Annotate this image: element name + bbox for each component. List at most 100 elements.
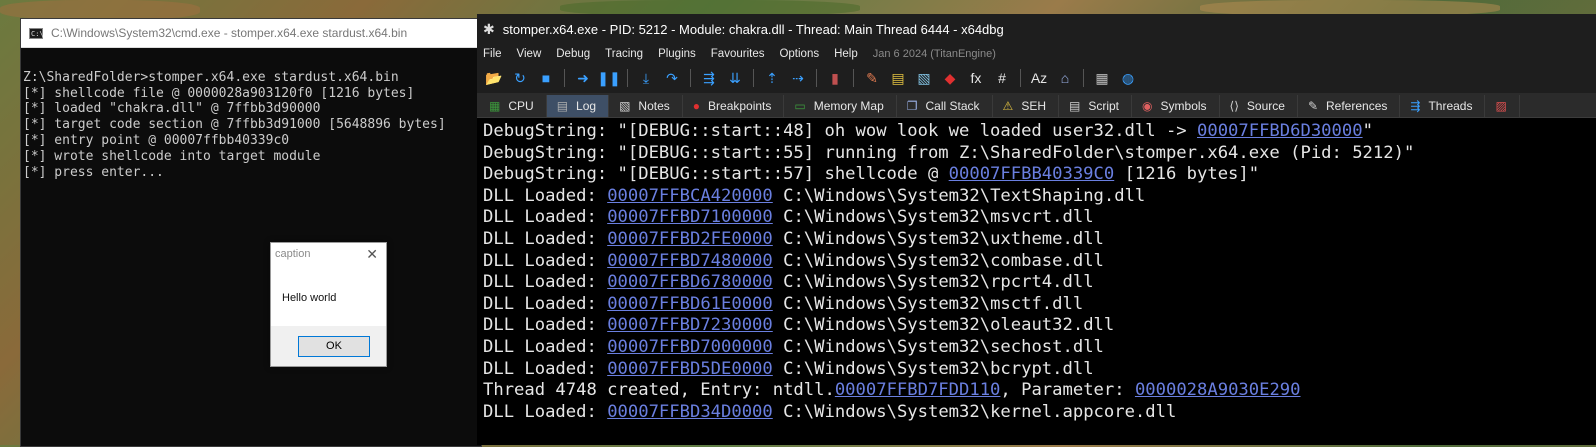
scylla-icon[interactable]: ▮	[824, 67, 846, 89]
tab-symbols[interactable]: ◉ Symbols	[1132, 95, 1220, 117]
log-line: DLL Loaded: 00007FFBCA420000 C:\Windows\…	[483, 186, 1596, 208]
log-text: C:\Windows\System32\oleaut32.dll	[772, 315, 1115, 336]
tab-notes[interactable]: ▧ Notes	[609, 95, 683, 117]
labels-icon[interactable]: ▧	[913, 67, 935, 89]
address-link[interactable]: 00007FFBD7480000	[607, 251, 773, 271]
log-text: C:\Windows\System32\combase.dll	[772, 250, 1104, 271]
tab-seh[interactable]: ⚠ SEH	[992, 95, 1059, 117]
functions-icon[interactable]: fx	[965, 67, 987, 89]
address-link[interactable]: 0000028A9030E290	[1135, 380, 1301, 400]
tab-source[interactable]: ⟨⟩ Source	[1219, 95, 1298, 117]
address-link[interactable]: 00007FFBD61E0000	[607, 294, 773, 314]
menu-tracing[interactable]: Tracing	[605, 48, 643, 60]
trace-over-icon[interactable]: ⇊	[724, 67, 746, 89]
variables-icon[interactable]: #	[991, 67, 1013, 89]
ok-button[interactable]: OK	[298, 336, 370, 357]
log-text: C:\Windows\System32\bcrypt.dll	[772, 358, 1094, 379]
menu-favourites[interactable]: Favourites	[711, 48, 765, 60]
address-link[interactable]: 00007FFBD7FDD110	[835, 380, 1001, 400]
log-text: C:\Windows\System32\sechost.dll	[772, 336, 1104, 357]
tab-log[interactable]: ▤ Log	[546, 95, 610, 117]
menu-file[interactable]: File	[483, 48, 502, 60]
pause-icon[interactable]: ❚❚	[597, 67, 620, 89]
trace-into-icon[interactable]: ⇶	[698, 67, 720, 89]
step-into-icon[interactable]: ⤓	[635, 67, 657, 89]
menu-plugins[interactable]: Plugins	[658, 48, 696, 60]
more-icon: ▨	[1495, 99, 1507, 113]
tab-label: Threads	[1428, 99, 1473, 113]
close-icon[interactable]: ✕	[366, 246, 378, 263]
toolbar-separator	[564, 69, 565, 87]
menu-help[interactable]: Help	[834, 48, 858, 60]
log-text: DebugString: "[DEBUG::start::55] running…	[483, 142, 1415, 163]
address-link[interactable]: 00007FFBB40339C0	[949, 164, 1115, 184]
tab-breakpoints[interactable]: ● Breakpoints	[682, 95, 785, 117]
address-link[interactable]: 00007FFBD5DE0000	[607, 359, 773, 379]
address-link[interactable]: 00007FFBD7000000	[607, 337, 773, 357]
console-line: [*] press enter...	[23, 164, 164, 180]
log-text: DLL Loaded:	[483, 293, 608, 314]
toolbar-separator	[816, 69, 817, 87]
log-text: DLL Loaded:	[483, 272, 608, 293]
open-icon[interactable]: 📂	[483, 67, 505, 89]
tab-label: Log	[576, 99, 597, 113]
tab-threads[interactable]: ⇶ Threads	[1400, 95, 1486, 117]
log-line: DLL Loaded: 00007FFBD6780000 C:\Windows\…	[483, 272, 1596, 294]
run-to-user-code-icon[interactable]: ⇢	[787, 67, 809, 89]
tab-memory-map[interactable]: ▭ Memory Map	[784, 95, 897, 117]
log-line: Thread 4748 created, Entry: ntdll.00007F…	[483, 380, 1596, 402]
tab-cpu[interactable]: ▦ CPU	[479, 95, 547, 117]
web-icon[interactable]: ◍	[1117, 67, 1139, 89]
script-icon: ▤	[1069, 99, 1081, 113]
address-link[interactable]: 00007FFBD34D0000	[607, 402, 773, 421]
memory-map-icon: ▭	[794, 99, 806, 113]
menu-view[interactable]: View	[517, 48, 542, 60]
address-link[interactable]: 00007FFBD7100000	[607, 207, 773, 227]
log-line: DLL Loaded: 00007FFBD2FE0000 C:\Windows\…	[483, 229, 1596, 251]
tab-script[interactable]: ▤ Script	[1059, 95, 1133, 117]
log-text: C:\Windows\System32\msvcrt.dll	[772, 207, 1094, 228]
cmd-titlebar[interactable]: C:\ C:\Windows\System32\cmd.exe - stompe…	[21, 19, 481, 48]
tab-more[interactable]: ▨	[1485, 95, 1520, 117]
execute-till-return-icon[interactable]: ⇡	[761, 67, 783, 89]
tab-references[interactable]: ✎ References	[1297, 95, 1401, 117]
toolbar-separator	[753, 69, 754, 87]
tab-label: Call Stack	[925, 99, 980, 113]
strings-icon[interactable]: Aᴢ	[1028, 67, 1050, 89]
x64dbg-title: stomper.x64.exe - PID: 5212 - Module: ch…	[502, 22, 1004, 37]
address-link[interactable]: 00007FFBD2FE0000	[607, 229, 773, 249]
restart-icon[interactable]: ↻	[509, 67, 531, 89]
log-text: C:\Windows\System32\uxtheme.dll	[772, 228, 1104, 249]
bookmarks-icon[interactable]: ◆	[939, 67, 961, 89]
patch-icon[interactable]: ✎	[861, 67, 883, 89]
log-text: DebugString: "[DEBUG::start::57] shellco…	[483, 164, 949, 185]
tab-call-stack[interactable]: ❐ Call Stack	[896, 95, 993, 117]
address-link[interactable]: 00007FFBD6780000	[607, 272, 773, 292]
calls-icon[interactable]: ⌂	[1054, 67, 1076, 89]
menu-debug[interactable]: Debug	[556, 48, 590, 60]
log-view[interactable]: DebugString: "[DEBUG::start::48] oh wow …	[477, 118, 1596, 421]
step-over-icon[interactable]: ↷	[661, 67, 683, 89]
message-box-title: caption	[275, 248, 311, 260]
symbols-icon: ◉	[1142, 99, 1153, 113]
comments-icon[interactable]: ▤	[887, 67, 909, 89]
address-link[interactable]: 00007FFBD6D30000	[1197, 121, 1363, 141]
run-icon[interactable]: ➜	[572, 67, 594, 89]
cmd-console-output[interactable]: Z:\SharedFolder>stomper.x64.exe stardust…	[21, 48, 481, 186]
x64dbg-titlebar[interactable]: ✱ stomper.x64.exe - PID: 5212 - Module: …	[477, 14, 1596, 45]
log-text: Thread 4748 created, Entry: ntdll.	[483, 380, 835, 401]
address-link[interactable]: 00007FFBD7230000	[607, 315, 773, 335]
tab-label: Breakpoints	[708, 99, 772, 113]
menu-options[interactable]: Options	[779, 48, 819, 60]
log-text: DLL Loaded:	[483, 250, 608, 271]
x64dbg-window[interactable]: ✱ stomper.x64.exe - PID: 5212 - Module: …	[477, 14, 1596, 445]
message-box-footer: OK	[271, 326, 386, 366]
address-link[interactable]: 00007FFBCA420000	[607, 186, 773, 206]
log-text: DLL Loaded:	[483, 185, 608, 206]
cmd-window[interactable]: C:\ C:\Windows\System32\cmd.exe - stompe…	[20, 18, 482, 447]
calculator-icon[interactable]: ▦	[1091, 67, 1113, 89]
stop-icon[interactable]: ■	[535, 67, 557, 89]
message-box[interactable]: caption ✕ Hello world OK	[270, 242, 387, 367]
console-line: Z:\SharedFolder>stomper.x64.exe stardust…	[23, 69, 399, 85]
